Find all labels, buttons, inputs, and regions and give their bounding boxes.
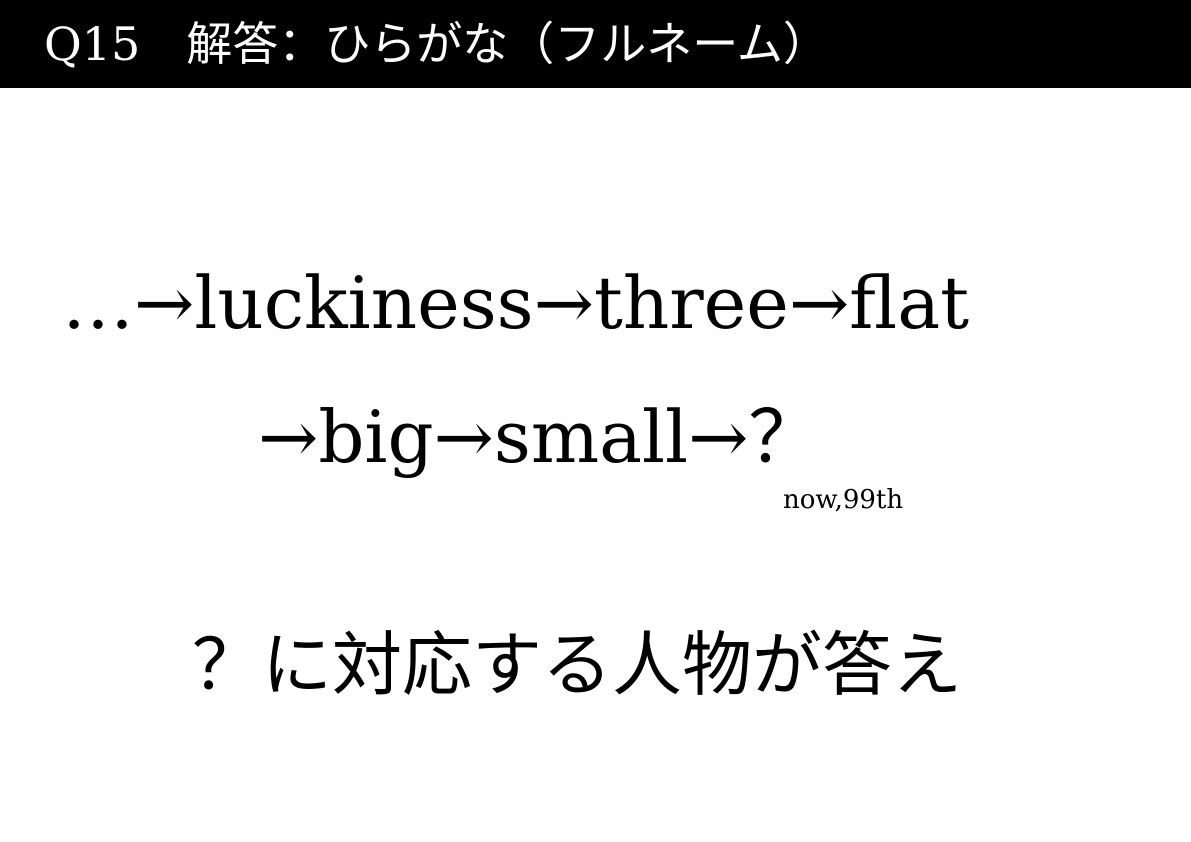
instruction-text: ？に対応する人物が答え (192, 624, 962, 706)
sequence-line-2: →big→small→？ (258, 395, 821, 479)
sequence-line-1: …→luckiness→three→flat (62, 261, 970, 345)
page-title: Q15 解答：ひらがな（フルネーム） (44, 17, 829, 71)
hint-note: now,99th (783, 485, 904, 515)
header-bar: Q15 解答：ひらがな（フルネーム） (0, 0, 1191, 88)
